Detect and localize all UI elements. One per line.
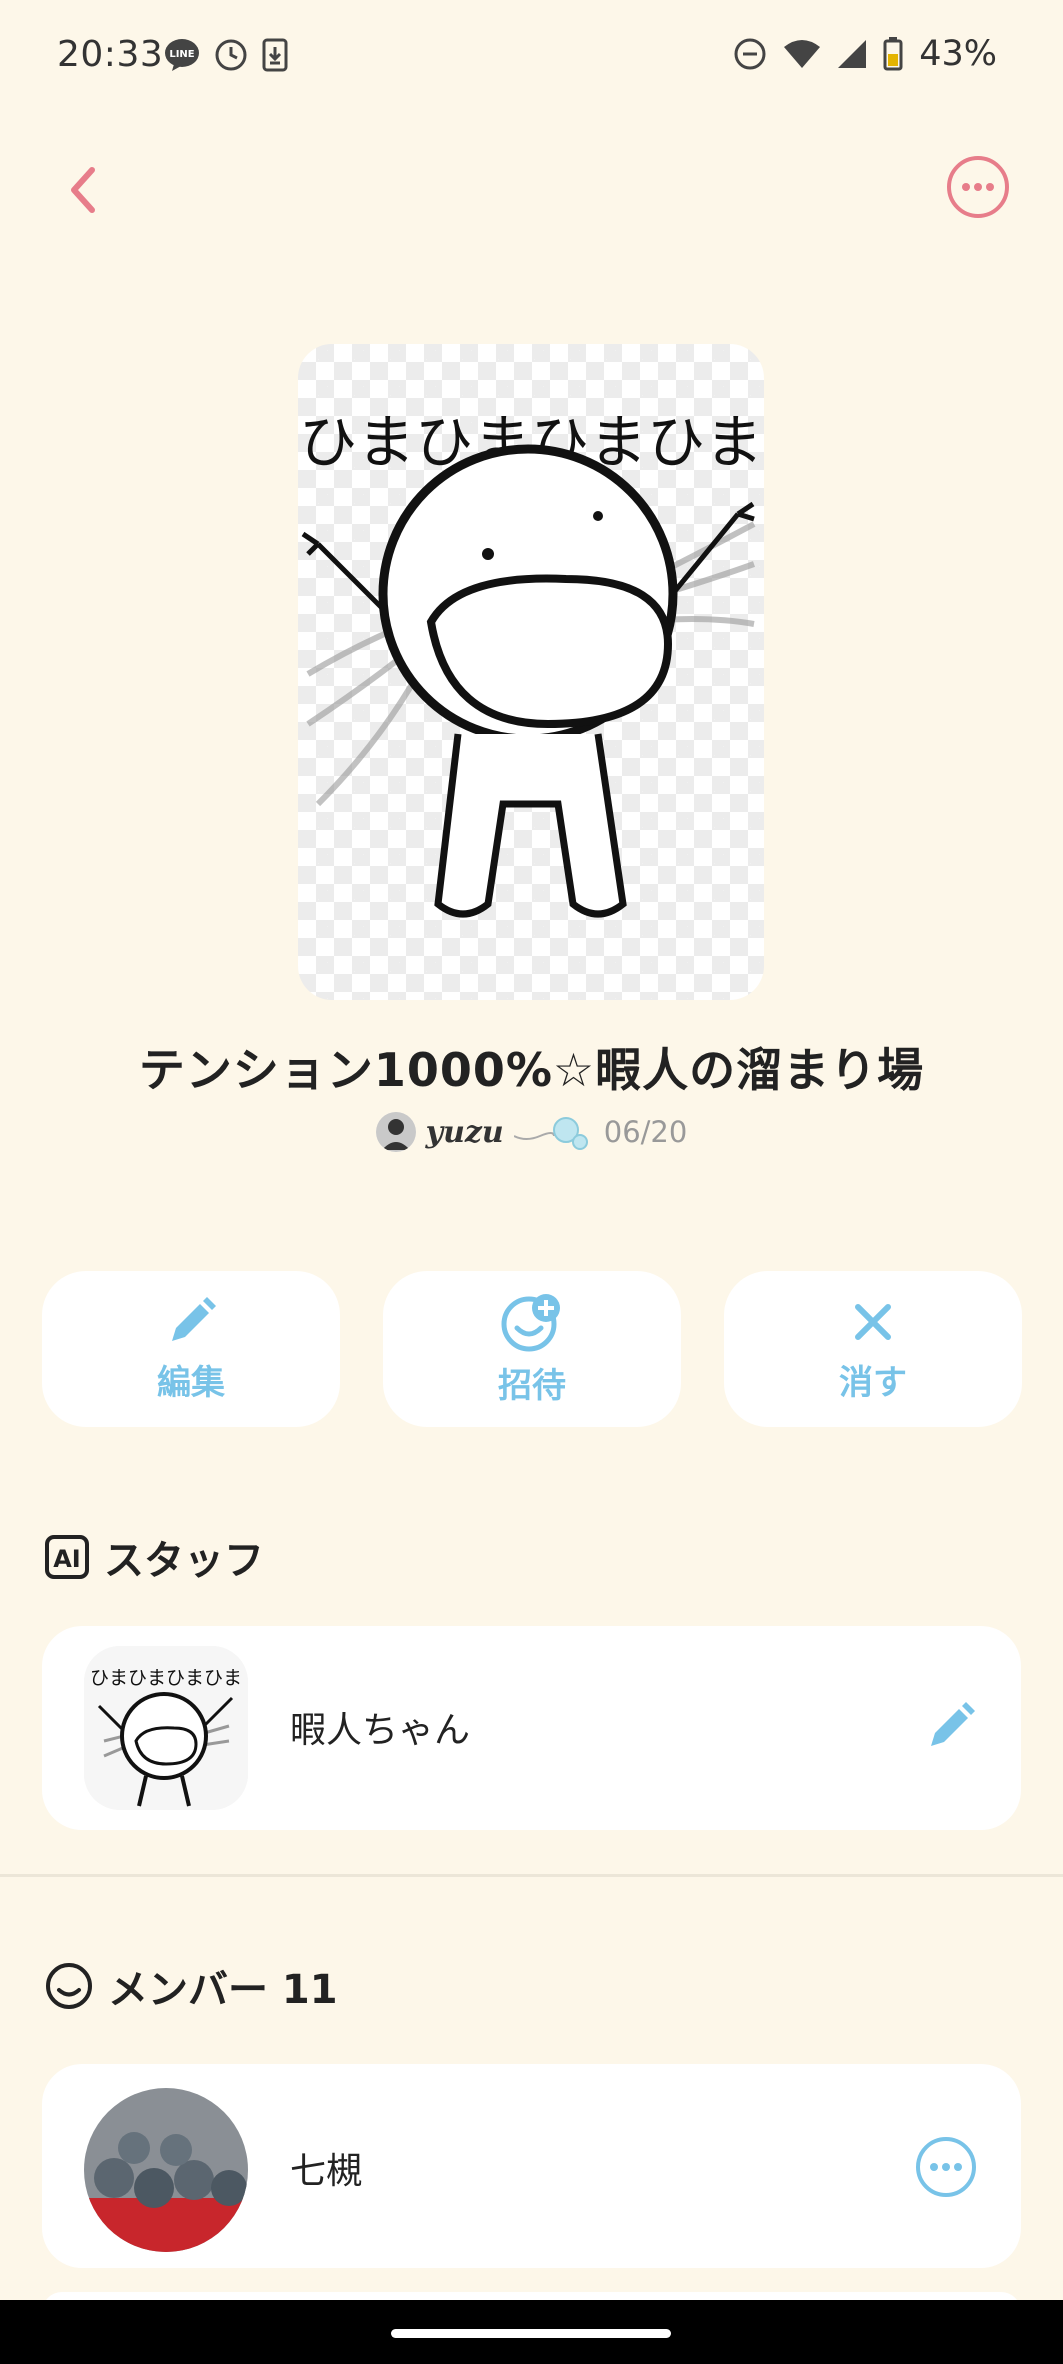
- staff-section-title: スタッフ: [104, 1538, 264, 1584]
- bubbles-icon: [513, 1117, 588, 1150]
- invite-face-icon: [501, 1293, 560, 1351]
- pencil-icon: [931, 1702, 975, 1746]
- do-not-disturb-icon: [734, 38, 766, 70]
- status-bar: 20:33 LINE 43%: [0, 0, 1063, 116]
- member-avatar[interactable]: [84, 2088, 248, 2252]
- delete-button[interactable]: 消す: [724, 1271, 1022, 1427]
- download-icon: [262, 38, 288, 72]
- notification-icons: LINE: [164, 38, 288, 72]
- owner-name[interactable]: yuzu: [426, 1115, 504, 1150]
- member-name: 七槻: [290, 2151, 363, 2192]
- svg-text:ひまひまひまひま: ひまひまひまひま: [90, 1667, 242, 1689]
- close-icon: [855, 1303, 891, 1340]
- more-dots-icon: [947, 156, 1009, 218]
- cell-signal-icon: [838, 40, 867, 68]
- edit-label: 編集: [157, 1362, 225, 1403]
- back-button[interactable]: [58, 160, 108, 220]
- delete-label: 消す: [839, 1362, 907, 1403]
- room-meta: yuzu 06/20: [0, 1112, 1063, 1152]
- members-section-header: メンバー 11: [44, 1957, 338, 2015]
- more-dots-icon: [916, 2137, 976, 2197]
- room-title: テンション1000%☆暇人の溜まり場: [138, 1043, 925, 1097]
- edit-button[interactable]: 編集: [42, 1271, 340, 1427]
- cover-illustration: ひまひまひまひま: [299, 408, 763, 918]
- member-card[interactable]: 七槻: [42, 2064, 1021, 2268]
- system-status: 43%: [733, 34, 997, 74]
- staff-name: 暇人ちゃん: [290, 1710, 471, 1751]
- more-options-button[interactable]: [946, 155, 1010, 219]
- alarm-clock-icon: [215, 39, 247, 71]
- staff-card[interactable]: ひまひまひまひま 暇人ちゃん: [42, 1626, 1021, 1830]
- wifi-icon: [784, 40, 821, 68]
- staff-edit-button[interactable]: [923, 1700, 977, 1758]
- svg-text:LINE: LINE: [169, 49, 194, 60]
- battery-icon: [883, 37, 903, 71]
- action-buttons: 編集 招待 消す: [42, 1271, 1022, 1427]
- invite-label: 招待: [498, 1365, 566, 1406]
- room-date: 06/20: [603, 1115, 688, 1149]
- section-divider: [0, 1874, 1063, 1877]
- staff-avatar[interactable]: ひまひまひまひま: [84, 1646, 248, 1810]
- status-time: 20:33: [57, 34, 164, 75]
- pencil-icon: [172, 1296, 216, 1341]
- staff-section-header: AI スタッフ: [44, 1528, 264, 1586]
- owner-avatar[interactable]: [375, 1112, 416, 1152]
- svg-text:AI: AI: [53, 1545, 81, 1573]
- room-cover-image[interactable]: ひまひまひまひま: [298, 344, 764, 1000]
- ai-icon: AI: [45, 1535, 89, 1579]
- home-gesture-handle[interactable]: [391, 2329, 671, 2338]
- member-options-button[interactable]: [915, 2136, 977, 2202]
- members-section-title: メンバー 11: [108, 1967, 338, 2013]
- invite-button[interactable]: 招待: [383, 1271, 681, 1427]
- smile-icon: [46, 1963, 92, 2009]
- chevron-left-icon: [71, 167, 95, 213]
- line-icon: LINE: [165, 39, 199, 71]
- battery-percent: 43%: [919, 34, 997, 74]
